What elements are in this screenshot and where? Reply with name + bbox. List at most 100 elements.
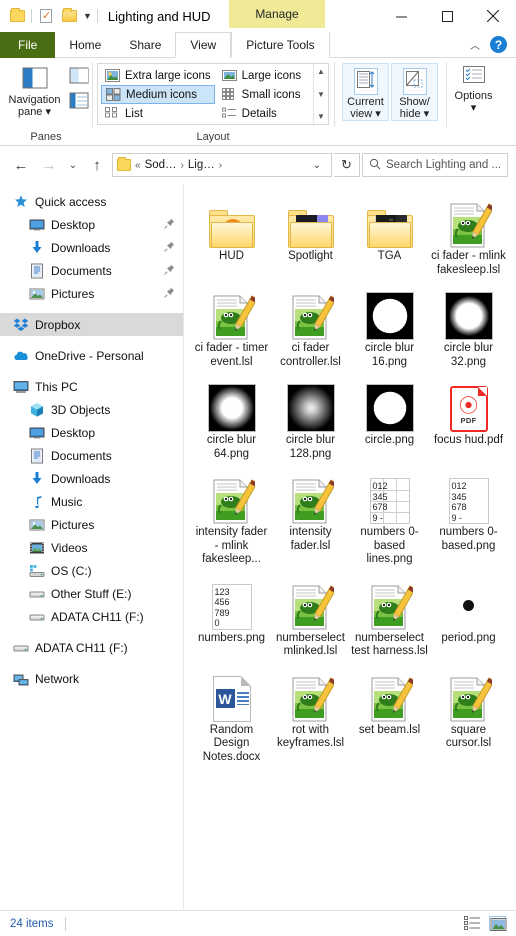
- navigation-pane-button[interactable]: Navigation pane ▾: [4, 64, 66, 118]
- tab-file[interactable]: File: [0, 32, 56, 58]
- sidebar-item-adata-ch11-f[interactable]: ADATA CH11 (F:): [0, 605, 183, 628]
- chevron-down-icon[interactable]: ▼: [83, 11, 92, 21]
- breadcrumb-overflow[interactable]: «: [135, 160, 141, 171]
- file-item[interactable]: ci fader - mlink fakesleep.lsl: [429, 192, 508, 277]
- file-item[interactable]: period.png: [429, 574, 508, 659]
- show-hide-button[interactable]: Show/ hide ▾: [391, 63, 438, 121]
- chevron-up-icon[interactable]: ︿: [470, 37, 480, 52]
- tab-home[interactable]: Home: [55, 32, 115, 58]
- back-button[interactable]: ←: [8, 152, 34, 178]
- sidebar-item-this-pc[interactable]: This PC: [0, 375, 183, 398]
- search-input[interactable]: Search Lighting and ...: [362, 153, 508, 177]
- sidebar-item-other-stuff-e[interactable]: Other Stuff (E:): [0, 582, 183, 605]
- help-icon[interactable]: ?: [490, 36, 507, 53]
- sidebar-item-downloads[interactable]: Downloads: [0, 467, 183, 490]
- refresh-button[interactable]: ↻: [334, 153, 360, 177]
- file-item[interactable]: set beam.lsl: [350, 666, 429, 765]
- tab-view[interactable]: View: [175, 32, 232, 58]
- tab-picture-tools[interactable]: Picture Tools: [231, 32, 330, 58]
- file-item[interactable]: HUD: [192, 192, 271, 277]
- sidebar-item-os-c[interactable]: OS (C:): [0, 559, 183, 582]
- file-item[interactable]: rot with keyframes.lsl: [271, 666, 350, 765]
- file-item[interactable]: ci fader controller.lsl: [271, 284, 350, 369]
- minimize-button[interactable]: [378, 0, 424, 32]
- large-icons-view-icon[interactable]: [489, 916, 507, 931]
- properties-icon[interactable]: [37, 7, 55, 25]
- layout-option-small-icons[interactable]: Small icons: [218, 85, 313, 104]
- navigation-pane-label-2: pane: [17, 106, 43, 118]
- sidebar-item-onedrive-personal[interactable]: OneDrive - Personal: [0, 344, 183, 367]
- file-item[interactable]: square cursor.lsl: [429, 666, 508, 765]
- sidebar-item-dropbox[interactable]: Dropbox: [0, 313, 183, 336]
- up-button[interactable]: ↑: [84, 152, 110, 178]
- file-icon: 012 345 678 9 -: [448, 468, 489, 524]
- sidebar-item-network[interactable]: Network: [0, 667, 183, 690]
- file-item[interactable]: ⦿ PDF focus hud.pdf: [429, 376, 508, 461]
- sidebar-item-pictures[interactable]: Pictures: [0, 282, 183, 305]
- folder-icon[interactable]: [8, 7, 26, 25]
- sidebar-item-documents[interactable]: Documents: [0, 444, 183, 467]
- layout-option-list[interactable]: List: [101, 104, 215, 123]
- breadcrumb[interactable]: « Sod… › Lig… › ⌄: [112, 153, 332, 177]
- sidebar-item-quick-access[interactable]: Quick access: [0, 190, 183, 213]
- sidebar-item-downloads[interactable]: Downloads: [0, 236, 183, 259]
- preview-pane-icon[interactable]: [69, 67, 89, 84]
- file-item[interactable]: 012 345 678 9 - numbers 0-based lines.png: [350, 468, 429, 567]
- pin-icon[interactable]: [164, 218, 175, 232]
- file-list-pane[interactable]: HUD Spotlight TGA ci fader - mlink fakeslee…: [184, 184, 516, 910]
- layout-option-medium-icons[interactable]: Medium icons: [101, 85, 215, 104]
- breadcrumb-item-1[interactable]: Sod…: [145, 159, 177, 171]
- pin-icon[interactable]: [164, 287, 175, 301]
- address-dropdown-icon[interactable]: ⌄: [307, 160, 327, 171]
- chevron-right-icon[interactable]: ›: [219, 160, 222, 171]
- sidebar-item-desktop[interactable]: Desktop: [0, 421, 183, 444]
- scroll-down-icon[interactable]: ▼: [317, 90, 325, 99]
- sidebar-item-label: ADATA CH11 (F:): [35, 640, 128, 655]
- file-item[interactable]: TGA: [350, 192, 429, 277]
- sidebar-item-videos[interactable]: Videos: [0, 536, 183, 559]
- folder-tga-icon: [366, 210, 413, 248]
- file-item[interactable]: numberselect mlinked.lsl: [271, 574, 350, 659]
- scroll-up-icon[interactable]: ▲: [317, 67, 325, 76]
- layout-option-details[interactable]: Details: [218, 104, 313, 123]
- chevron-right-icon[interactable]: ›: [181, 160, 184, 171]
- sidebar-item-adata-ch11-f[interactable]: ADATA CH11 (F:): [0, 636, 183, 659]
- layout-option-extra-large-icons[interactable]: Extra large icons: [101, 66, 215, 85]
- close-button[interactable]: [470, 0, 516, 32]
- breadcrumb-item-2[interactable]: Lig…: [188, 159, 215, 171]
- file-item[interactable]: 123 456 789 0 numbers.png: [192, 574, 271, 659]
- expand-gallery-icon[interactable]: ▼: [317, 112, 325, 121]
- file-item[interactable]: circle blur 16.png: [350, 284, 429, 369]
- layout-scrollbar[interactable]: ▲ ▼ ▼: [313, 64, 328, 124]
- sidebar-item-desktop[interactable]: Desktop: [0, 213, 183, 236]
- file-item[interactable]: circle blur 32.png: [429, 284, 508, 369]
- file-item[interactable]: W Random Design Notes.docx: [192, 666, 271, 765]
- file-item[interactable]: intensity fader - mlink fakesleep...: [192, 468, 271, 567]
- options-button[interactable]: Options ▾: [450, 58, 497, 114]
- sidebar-item-pictures[interactable]: Pictures: [0, 513, 183, 536]
- new-folder-icon[interactable]: [60, 7, 78, 25]
- file-item[interactable]: Spotlight: [271, 192, 350, 277]
- forward-button[interactable]: →: [36, 152, 62, 178]
- chevron-down-icon: ▾: [45, 106, 52, 118]
- file-item[interactable]: circle.png: [350, 376, 429, 461]
- recent-locations-icon[interactable]: ⌄: [64, 152, 82, 178]
- file-item[interactable]: circle blur 64.png: [192, 376, 271, 461]
- file-item[interactable]: numberselect test harness.lsl: [350, 574, 429, 659]
- file-item[interactable]: ci fader - timer event.lsl: [192, 284, 271, 369]
- details-pane-icon[interactable]: [69, 92, 89, 109]
- current-view-button[interactable]: Current view ▾: [342, 63, 389, 121]
- sidebar-item-3d-objects[interactable]: 3D Objects: [0, 398, 183, 421]
- maximize-button[interactable]: [424, 0, 470, 32]
- file-name: numberselect mlinked.lsl: [275, 631, 346, 658]
- sidebar-item-music[interactable]: Music: [0, 490, 183, 513]
- pin-icon[interactable]: [164, 241, 175, 255]
- file-item[interactable]: intensity fader.lsl: [271, 468, 350, 567]
- tab-share[interactable]: Share: [115, 32, 175, 58]
- details-view-icon[interactable]: [464, 916, 481, 931]
- pin-icon[interactable]: [164, 264, 175, 278]
- file-item[interactable]: 012 345 678 9 - numbers 0-based.png: [429, 468, 508, 567]
- file-item[interactable]: circle blur 128.png: [271, 376, 350, 461]
- sidebar-item-documents[interactable]: Documents: [0, 259, 183, 282]
- layout-option-large-icons[interactable]: Large icons: [218, 66, 313, 85]
